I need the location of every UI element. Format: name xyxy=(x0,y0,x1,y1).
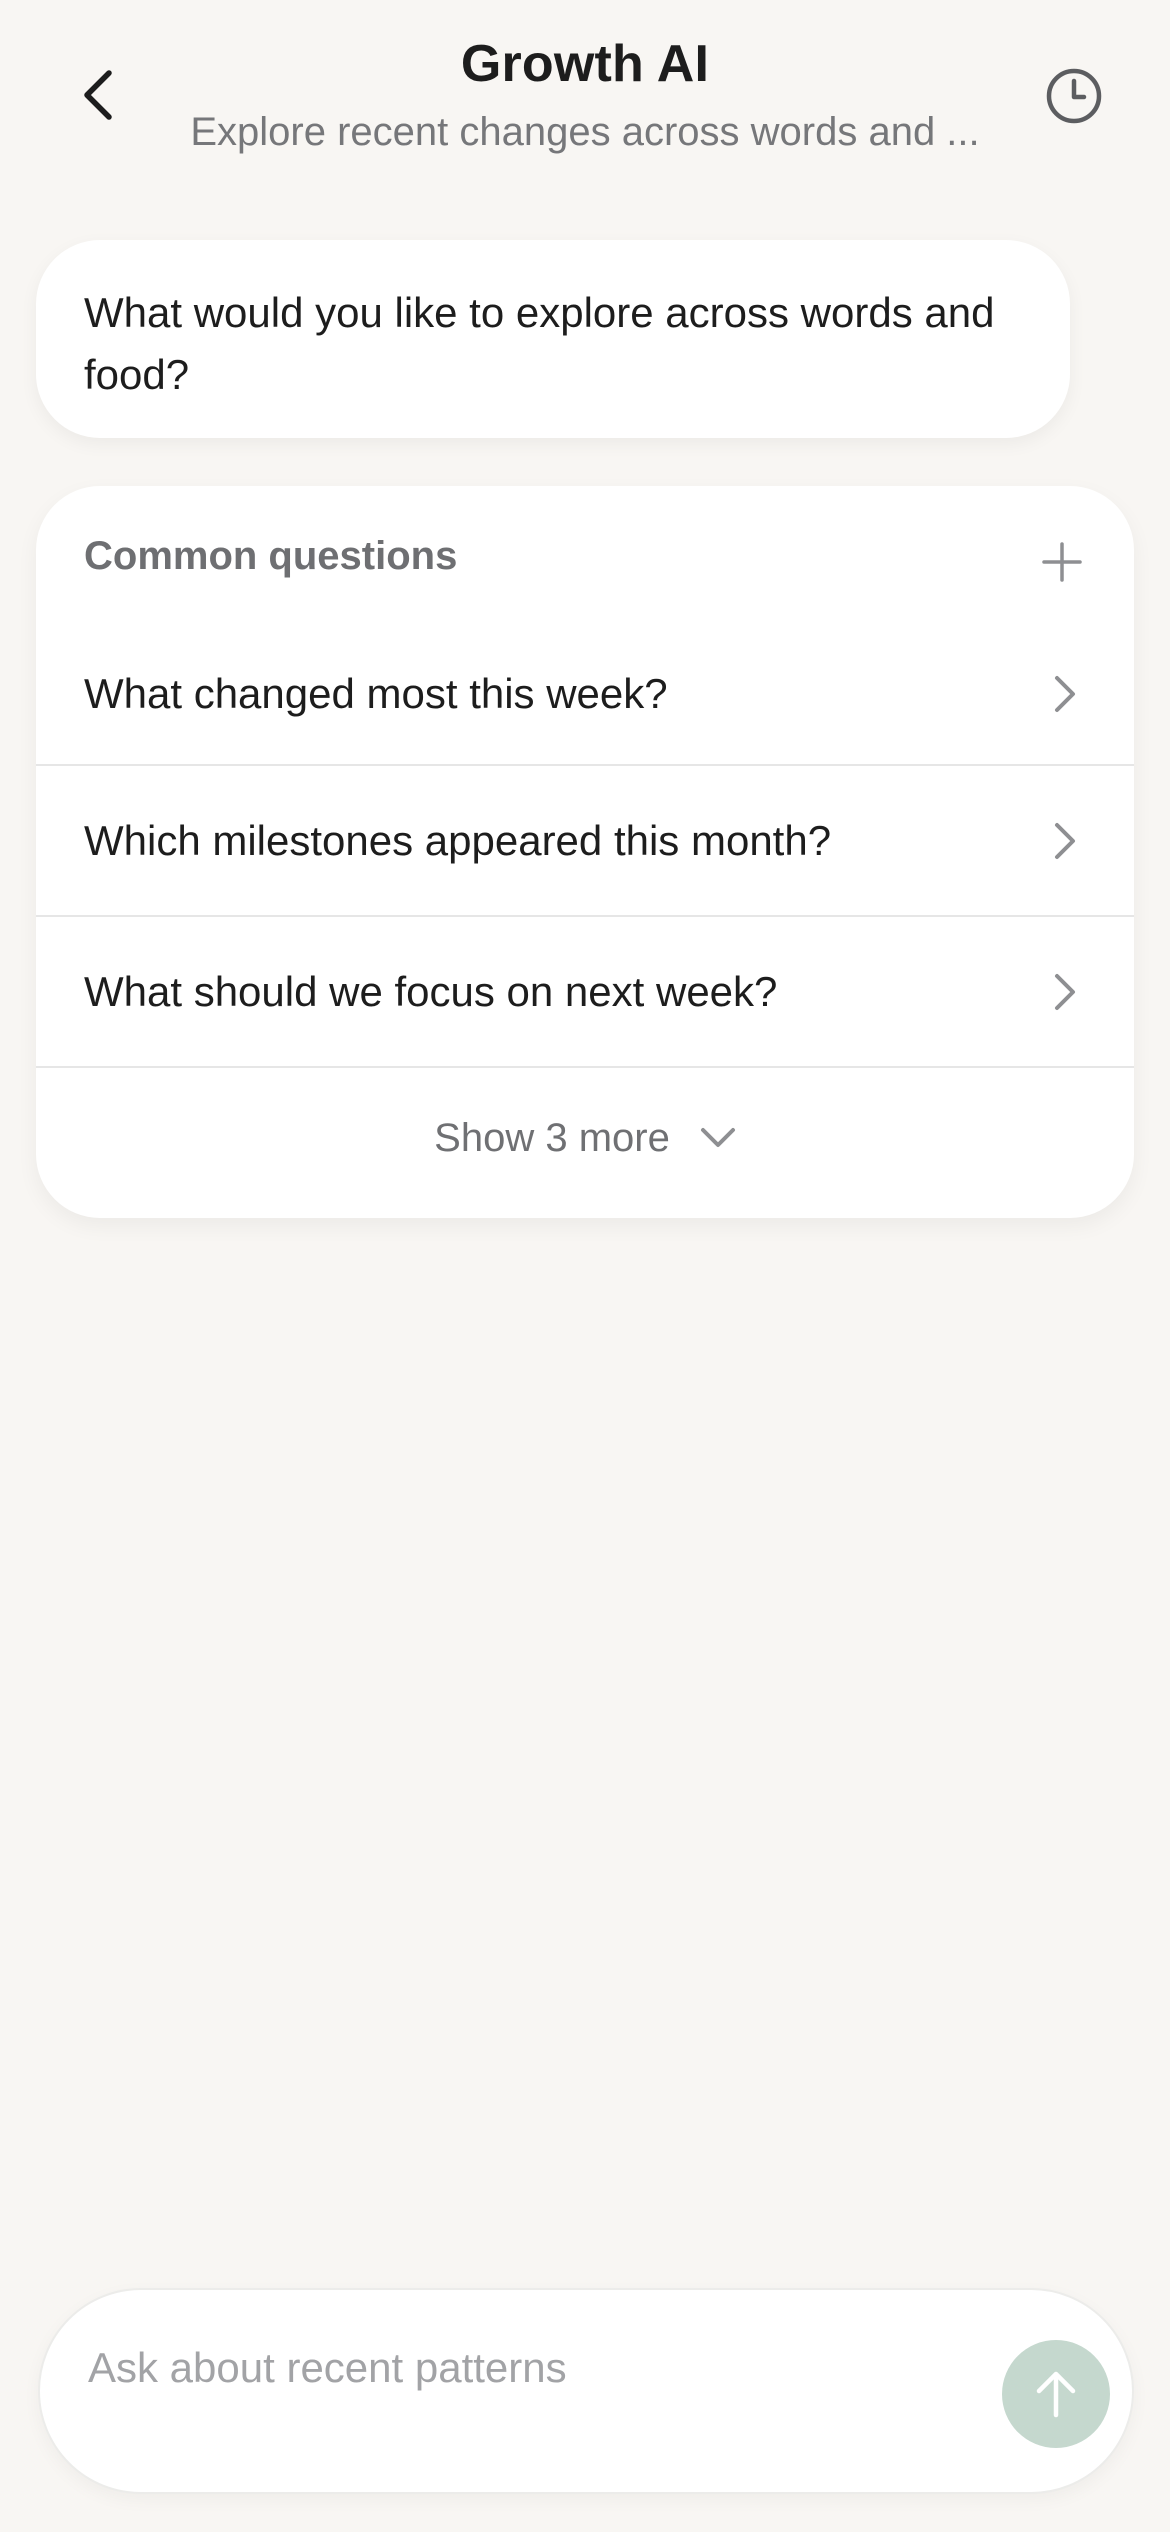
chevron-right-icon xyxy=(1055,973,1075,1010)
common-questions-title: Common questions xyxy=(84,534,458,578)
show-more-label: Show 3 more xyxy=(434,1115,670,1160)
question-item[interactable]: What changed most this week? xyxy=(36,624,1134,766)
send-button[interactable] xyxy=(1002,2340,1110,2448)
question-item[interactable]: What should we focus on next week? xyxy=(36,917,1134,1068)
toggle-questions-button[interactable] xyxy=(1034,534,1090,590)
show-more-button[interactable]: Show 3 more xyxy=(36,1068,1134,1208)
message-input[interactable] xyxy=(88,2330,968,2406)
plus-icon xyxy=(1042,542,1082,582)
chevron-right-icon xyxy=(1055,676,1075,712)
header: Growth AI Explore recent changes across … xyxy=(0,0,1170,200)
page-title: Growth AI xyxy=(460,35,710,93)
page-subtitle: Explore recent changes across words and … xyxy=(190,110,980,154)
chevron-right-icon xyxy=(1055,822,1075,859)
question-label: Which milestones appeared this month? xyxy=(84,816,832,864)
question-item[interactable]: Which milestones appeared this month? xyxy=(36,766,1134,917)
growth-ai-screen: Growth AI Explore recent changes across … xyxy=(0,0,1170,2532)
assistant-message-text: What would you like to explore across wo… xyxy=(84,289,995,398)
history-button[interactable] xyxy=(1036,58,1112,134)
common-questions-header: Common questions xyxy=(36,486,1134,624)
common-questions-card: Common questions What changed most this … xyxy=(36,486,1134,1218)
message-composer xyxy=(38,2288,1134,2494)
assistant-message-bubble: What would you like to explore across wo… xyxy=(36,240,1070,438)
arrow-up-icon xyxy=(1036,2371,1076,2418)
question-label: What should we focus on next week? xyxy=(84,967,778,1015)
chevron-down-icon xyxy=(700,1128,735,1147)
question-label: What changed most this week? xyxy=(84,670,668,717)
clock-icon xyxy=(1046,68,1102,124)
